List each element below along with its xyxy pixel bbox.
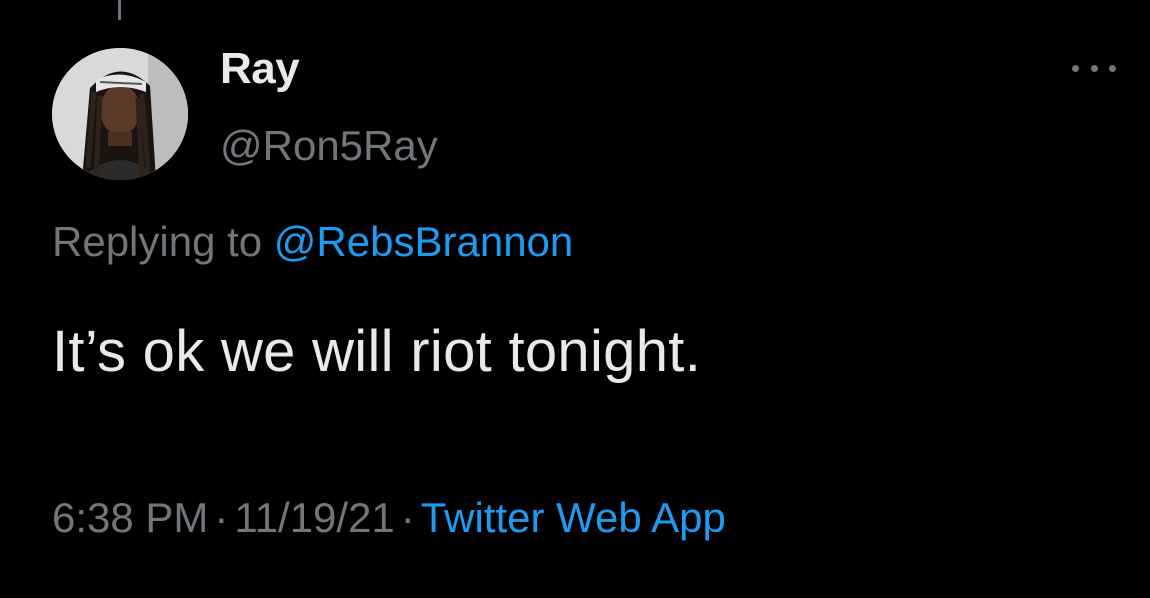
replying-to-line: Replying to @RebsBrannon [52, 218, 573, 266]
avatar[interactable] [52, 48, 188, 180]
author-display-name[interactable]: Ray [220, 44, 300, 94]
dot [1109, 64, 1116, 72]
separator: · [400, 494, 415, 541]
tweet-source-link[interactable]: Twitter Web App [421, 494, 726, 541]
dot [1090, 64, 1098, 72]
reply-mention-link[interactable]: @RebsBrannon [274, 218, 573, 265]
author-handle[interactable]: @Ron5Ray [220, 122, 438, 170]
tweet-card: Ray @Ron5Ray Replying to @RebsBrannon It… [0, 0, 1150, 598]
separator: · [214, 494, 229, 541]
tweet-metadata: 6:38 PM · 11/19/21 · Twitter Web App [52, 494, 726, 542]
thread-connector-line [118, 0, 121, 20]
dot [1072, 64, 1079, 72]
tweet-time[interactable]: 6:38 PM [52, 494, 208, 541]
tweet-date[interactable]: 11/19/21 [234, 494, 394, 541]
user-avatar-photo-icon [52, 48, 188, 180]
tweet-text: It’s ok we will riot tonight. [52, 319, 702, 384]
more-options-icon[interactable] [1072, 56, 1116, 80]
replying-to-label: Replying to [52, 218, 274, 265]
